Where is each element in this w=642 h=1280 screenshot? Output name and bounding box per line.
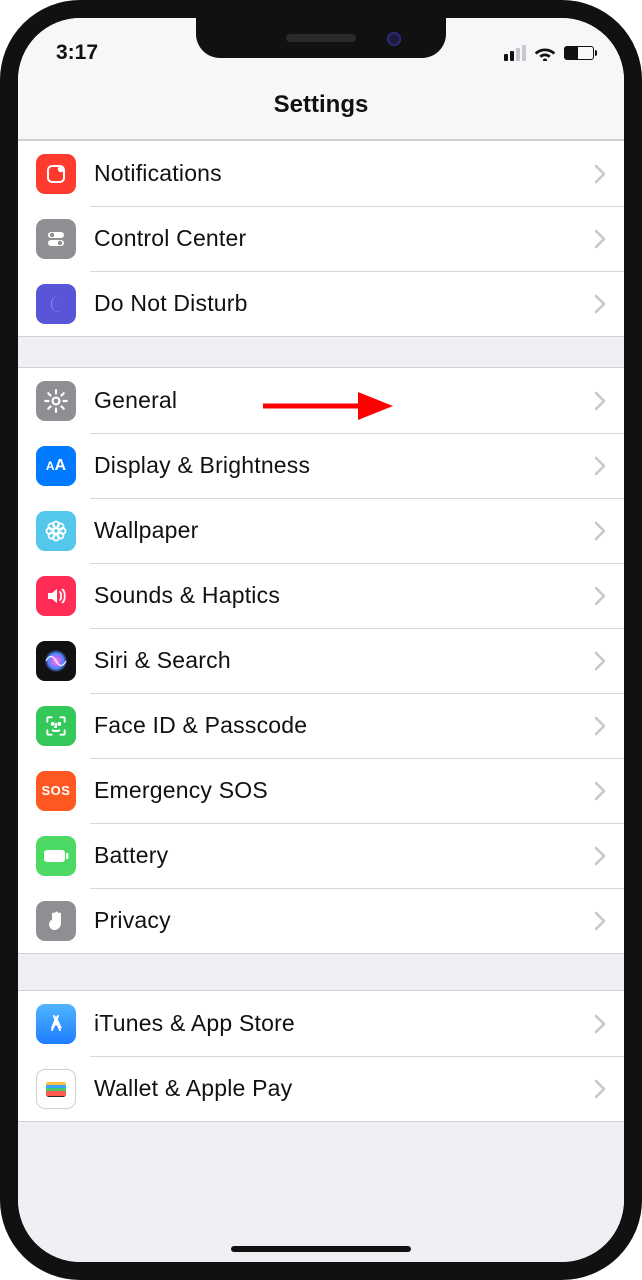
chevron-right-icon [594, 781, 606, 801]
row-battery[interactable]: Battery [18, 823, 624, 888]
row-label: iTunes & App Store [94, 1010, 594, 1037]
text-size-icon: AA [36, 446, 76, 486]
notch [196, 18, 446, 58]
row-control-center[interactable]: Control Center [18, 206, 624, 271]
chevron-right-icon [594, 1014, 606, 1034]
appstore-icon [36, 1004, 76, 1044]
wifi-icon [534, 45, 556, 61]
page-title: Settings [274, 91, 369, 119]
side-button [624, 298, 630, 418]
speaker-icon [36, 576, 76, 616]
settings-content[interactable]: Notifications Control Center Do Not Dist… [18, 140, 624, 1262]
row-label: Wallet & Apple Pay [94, 1075, 594, 1102]
row-label: Display & Brightness [94, 452, 594, 479]
row-label: Battery [94, 842, 594, 869]
wallet-icon [36, 1069, 76, 1109]
chevron-right-icon [594, 716, 606, 736]
chevron-right-icon [594, 164, 606, 184]
row-siri-search[interactable]: Siri & Search [18, 628, 624, 693]
row-privacy[interactable]: Privacy [18, 888, 624, 953]
row-label: Privacy [94, 907, 594, 934]
siri-icon [36, 641, 76, 681]
chevron-right-icon [594, 456, 606, 476]
speaker-grill [286, 34, 356, 42]
nav-header: Settings [18, 70, 624, 140]
home-indicator[interactable] [231, 1246, 411, 1252]
chevron-right-icon [594, 651, 606, 671]
battery-icon [564, 46, 594, 60]
row-do-not-disturb[interactable]: Do Not Disturb [18, 271, 624, 336]
front-camera [387, 32, 401, 46]
chevron-right-icon [594, 1079, 606, 1099]
row-notifications[interactable]: Notifications [18, 141, 624, 206]
face-id-icon [36, 706, 76, 746]
notifications-icon [36, 154, 76, 194]
sos-icon: SOS [36, 771, 76, 811]
cellular-signal-icon [504, 45, 526, 61]
row-label: Face ID & Passcode [94, 712, 594, 739]
row-sounds-haptics[interactable]: Sounds & Haptics [18, 563, 624, 628]
chevron-right-icon [594, 229, 606, 249]
row-emergency-sos[interactable]: SOS Emergency SOS [18, 758, 624, 823]
chevron-right-icon [594, 294, 606, 314]
gear-icon [36, 381, 76, 421]
status-time: 3:17 [56, 41, 98, 65]
moon-icon [36, 284, 76, 324]
battery-icon [36, 836, 76, 876]
row-face-id-passcode[interactable]: Face ID & Passcode [18, 693, 624, 758]
chevron-right-icon [594, 586, 606, 606]
row-label: Wallpaper [94, 517, 594, 544]
chevron-right-icon [594, 911, 606, 931]
row-wallet-apple-pay[interactable]: Wallet & Apple Pay [18, 1056, 624, 1121]
screen: 3:17 Settings Notifica [18, 18, 624, 1262]
row-label: Sounds & Haptics [94, 582, 594, 609]
settings-group: iTunes & App Store Wallet & Apple Pay [18, 990, 624, 1122]
row-general[interactable]: General [18, 368, 624, 433]
row-itunes-app-store[interactable]: iTunes & App Store [18, 991, 624, 1056]
chevron-right-icon [594, 846, 606, 866]
settings-group: General AA Display & Brightness Wallpape… [18, 367, 624, 954]
chevron-right-icon [594, 521, 606, 541]
row-label: Notifications [94, 160, 594, 187]
row-display-brightness[interactable]: AA Display & Brightness [18, 433, 624, 498]
row-label: Do Not Disturb [94, 290, 594, 317]
settings-group: Notifications Control Center Do Not Dist… [18, 140, 624, 337]
row-label: General [94, 387, 594, 414]
toggles-icon [36, 219, 76, 259]
row-label: Siri & Search [94, 647, 594, 674]
flower-icon [36, 511, 76, 551]
row-label: Control Center [94, 225, 594, 252]
row-wallpaper[interactable]: Wallpaper [18, 498, 624, 563]
hand-icon [36, 901, 76, 941]
chevron-right-icon [594, 391, 606, 411]
row-label: Emergency SOS [94, 777, 594, 804]
phone-frame: 3:17 Settings Notifica [0, 0, 642, 1280]
